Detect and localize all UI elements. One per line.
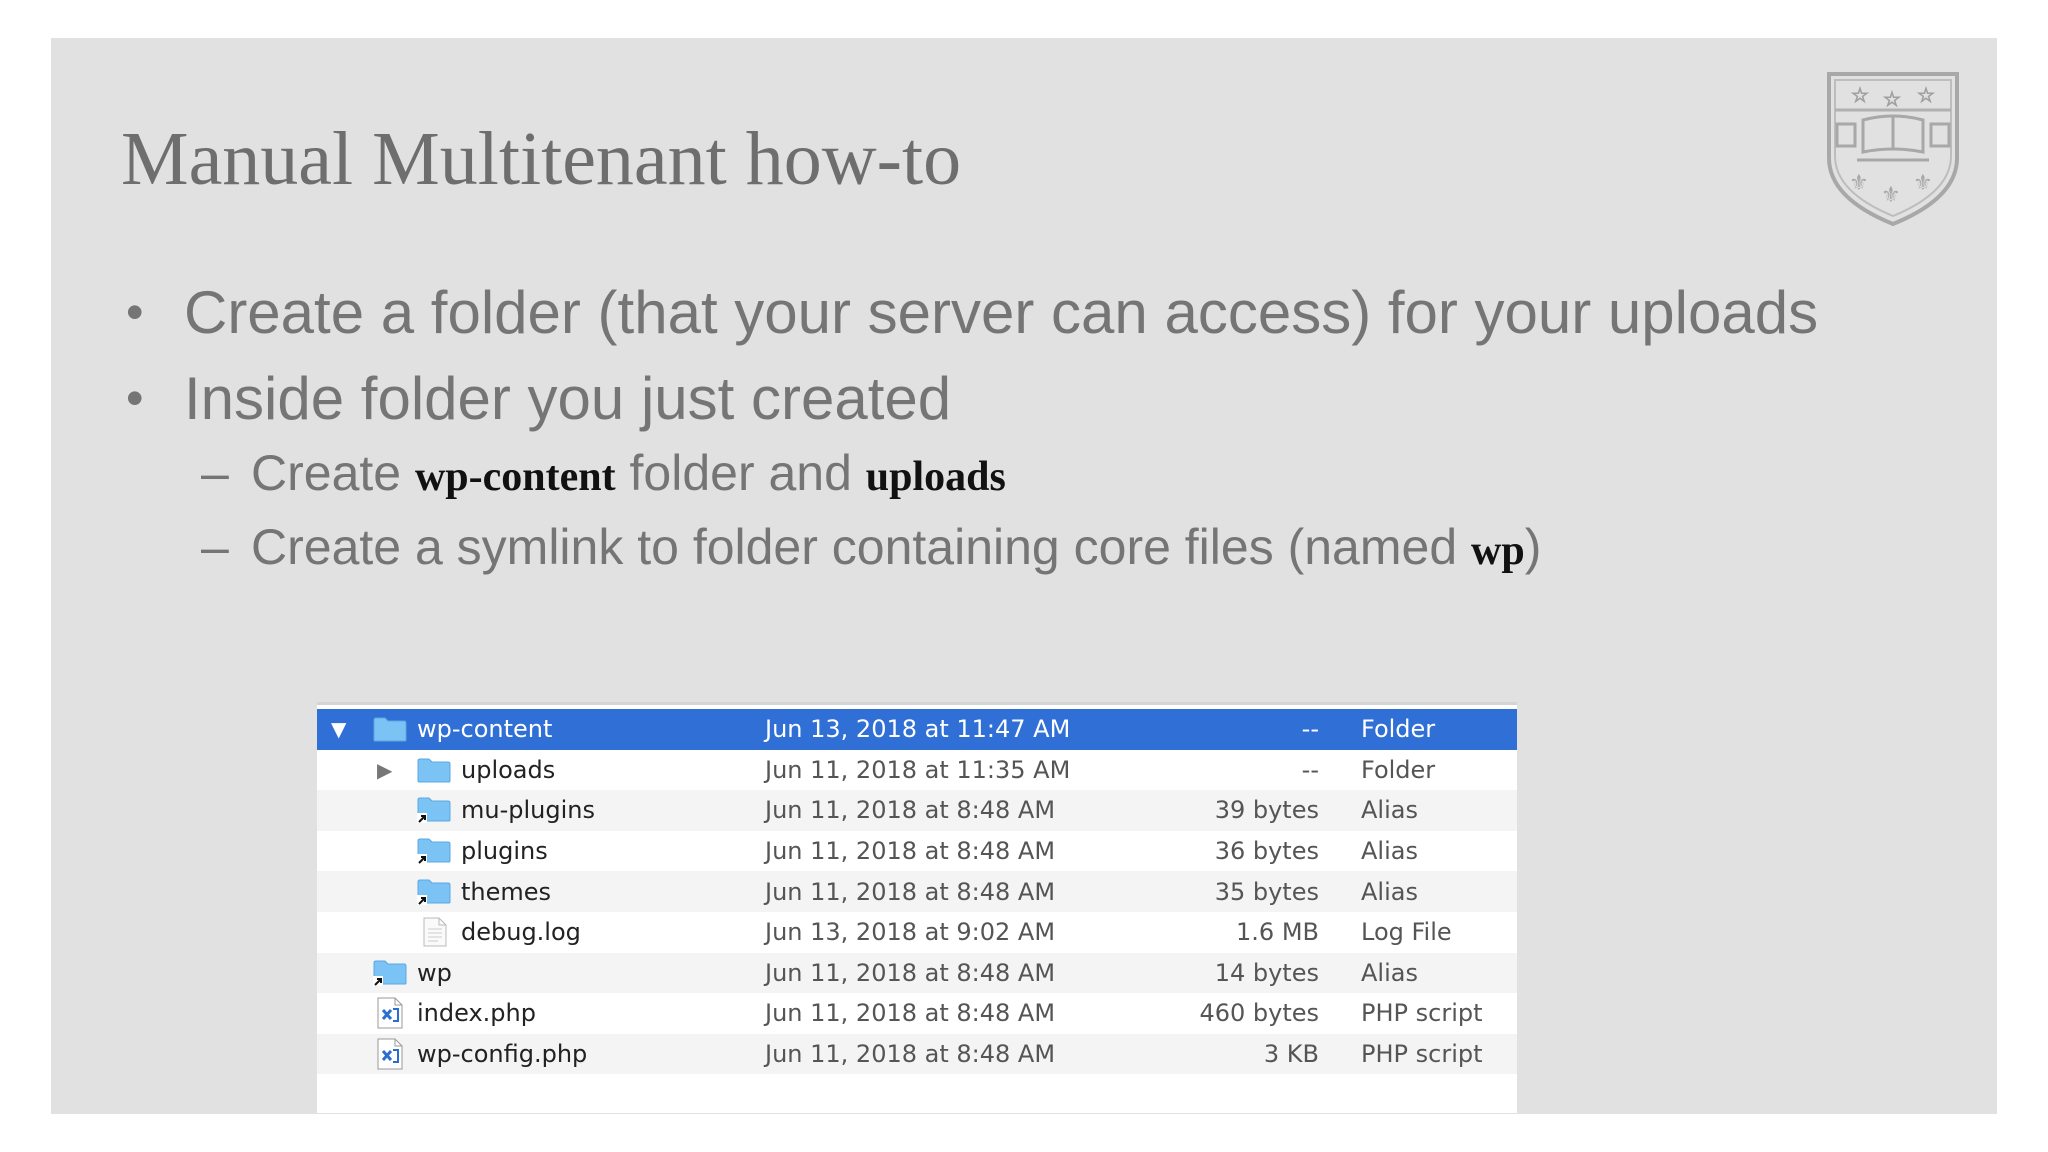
php-file-icon (377, 1038, 403, 1070)
file-size: 39 bytes (1214, 796, 1319, 825)
bullet-2: • Inside folder you just created (126, 364, 951, 433)
svg-text:☆: ☆ (1883, 87, 1901, 111)
file-kind: Alias (1361, 877, 1418, 906)
file-kind: Alias (1361, 958, 1418, 987)
bullet-2-text: Inside folder you just created (184, 365, 952, 432)
file-size: 460 bytes (1199, 999, 1319, 1028)
svg-text:⚜: ⚜ (1881, 183, 1901, 208)
svg-text:⚜: ⚜ (1913, 171, 1933, 196)
disclosure-triangle-collapsed-icon[interactable]: ▶ (377, 758, 392, 782)
file-kind: Alias (1361, 796, 1418, 825)
sub-bullet-1: – Create wp-content folder and uploads (201, 444, 1006, 502)
file-row-plugins[interactable]: plugins Jun 11, 2018 at 8:48 AM 36 bytes… (317, 831, 1517, 872)
file-date: Jun 11, 2018 at 8:48 AM (765, 999, 1056, 1028)
dash-marker: – (201, 519, 229, 575)
sub-bullet-2-post: ) (1524, 519, 1542, 575)
file-date: Jun 11, 2018 at 8:48 AM (765, 796, 1056, 825)
file-row-uploads[interactable]: ▶ uploads Jun 11, 2018 at 11:35 AM -- Fo… (317, 750, 1517, 791)
file-row-wp-content[interactable]: ▼ wp-content Jun 13, 2018 at 11:47 AM --… (317, 709, 1517, 750)
file-size: 3 KB (1263, 1040, 1319, 1069)
sub-bullet-2: – Create a symlink to folder containing c… (201, 518, 1541, 576)
file-name: debug.log (461, 918, 581, 947)
file-size: 1.6 MB (1236, 918, 1319, 947)
file-kind: Log File (1361, 918, 1452, 947)
bullet-1-text: Create a folder (that your server can ac… (184, 279, 1819, 346)
file-date: Jun 11, 2018 at 8:48 AM (765, 837, 1056, 866)
folder-alias-icon (373, 959, 407, 987)
file-row-wp-config-php[interactable]: wp-config.php Jun 11, 2018 at 8:48 AM 3 … (317, 1033, 1517, 1075)
finder-file-list: ▼ wp-content Jun 13, 2018 at 11:47 AM --… (317, 702, 1517, 1113)
file-name: themes (461, 877, 552, 906)
dash-marker: – (201, 445, 229, 501)
file-size: -- (1301, 715, 1319, 744)
disclosure-triangle-expanded-icon[interactable]: ▼ (331, 717, 346, 741)
file-date: Jun 13, 2018 at 11:47 AM (765, 715, 1071, 744)
university-crest-logo: ☆ ☆ ☆ ⚜ ⚜ ⚜ (1823, 68, 1963, 228)
file-kind: PHP script (1361, 1040, 1483, 1069)
folder-alias-icon (417, 837, 451, 865)
code-wp: wp (1471, 528, 1525, 574)
sub-bullet-2-pre: Create a symlink to folder containing co… (251, 519, 1472, 575)
file-date: Jun 11, 2018 at 11:35 AM (765, 755, 1071, 784)
folder-icon (373, 716, 407, 742)
file-row-index-php[interactable]: index.php Jun 11, 2018 at 8:48 AM 460 by… (317, 993, 1517, 1034)
file-size: 35 bytes (1214, 877, 1319, 906)
folder-alias-icon (417, 878, 451, 906)
file-date: Jun 13, 2018 at 9:02 AM (765, 918, 1056, 947)
file-size: 14 bytes (1214, 958, 1319, 987)
code-wp-content: wp-content (414, 454, 616, 500)
code-uploads: uploads (865, 454, 1006, 500)
bullet-marker: • (126, 284, 144, 340)
slide: Manual Multitenant how-to ☆ ☆ ☆ ⚜ ⚜ ⚜ • C… (51, 38, 1997, 1114)
file-kind: PHP script (1361, 999, 1483, 1028)
file-name: wp-config.php (417, 1040, 588, 1069)
bullet-marker: • (126, 370, 144, 426)
slide-title: Manual Multitenant how-to (121, 117, 962, 201)
file-name: plugins (461, 837, 548, 866)
folder-icon (417, 757, 451, 783)
file-row-mu-plugins[interactable]: mu-plugins Jun 11, 2018 at 8:48 AM 39 by… (317, 790, 1517, 831)
file-date: Jun 11, 2018 at 8:48 AM (765, 958, 1056, 987)
sub-bullet-1-pre: Create (251, 445, 415, 501)
file-name: wp (417, 958, 452, 987)
file-date: Jun 11, 2018 at 8:48 AM (765, 877, 1056, 906)
file-kind: Alias (1361, 837, 1418, 866)
file-name: uploads (461, 755, 556, 784)
file-date: Jun 11, 2018 at 8:48 AM (765, 1040, 1056, 1069)
folder-alias-icon (417, 796, 451, 824)
file-name: index.php (417, 999, 536, 1028)
file-row-wp[interactable]: wp Jun 11, 2018 at 8:48 AM 14 bytes Alia… (317, 952, 1517, 994)
file-kind: Folder (1361, 715, 1436, 744)
file-name: wp-content (417, 715, 553, 744)
log-file-icon (423, 917, 447, 947)
file-size: -- (1301, 755, 1319, 784)
file-row-debug-log[interactable]: debug.log Jun 13, 2018 at 9:02 AM 1.6 MB… (317, 912, 1517, 953)
sub-bullet-1-mid: folder and (615, 445, 866, 501)
file-size: 36 bytes (1214, 837, 1319, 866)
svg-text:☆: ☆ (1917, 83, 1935, 107)
svg-text:⚜: ⚜ (1849, 171, 1869, 196)
bullet-1: • Create a folder (that your server can a… (126, 278, 1818, 347)
file-kind: Folder (1361, 755, 1436, 784)
file-name: mu-plugins (461, 796, 595, 825)
svg-text:☆: ☆ (1851, 83, 1869, 107)
php-file-icon (377, 997, 403, 1029)
file-row-themes[interactable]: themes Jun 11, 2018 at 8:48 AM 35 bytes … (317, 871, 1517, 912)
